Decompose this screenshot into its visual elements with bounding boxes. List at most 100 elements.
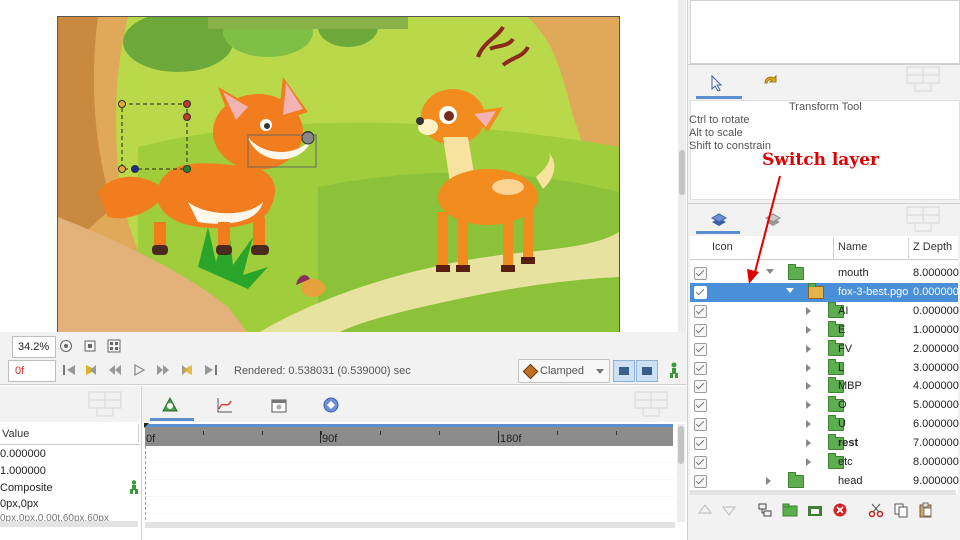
layer-row[interactable]: MBP 4.000000 (690, 377, 959, 396)
layers-tab[interactable] (710, 212, 730, 230)
seek-begin-icon[interactable] (62, 363, 76, 377)
header-divider (690, 259, 958, 260)
new-folder-icon[interactable] (782, 502, 798, 518)
time-cursor-icon[interactable] (144, 423, 149, 428)
dock-grip-icon[interactable] (906, 206, 956, 232)
expander-collapsed-icon[interactable] (806, 401, 811, 410)
layer-visibility-checkbox[interactable] (694, 285, 707, 299)
next-frame-icon[interactable] (156, 363, 170, 377)
param-value-origin: 0px,0px (0, 498, 39, 510)
group-layer-icon[interactable] (757, 502, 773, 518)
layer-visibility-checkbox[interactable] (694, 418, 707, 432)
layer-row[interactable]: FV 2.000000 (690, 339, 959, 359)
seek-end-icon[interactable] (204, 363, 218, 377)
layer-zdepth: 1.000000 (913, 323, 959, 336)
tool-options-tab-history[interactable] (762, 74, 782, 94)
render-status: Rendered: 0.538031 (0.539000) sec (234, 365, 411, 377)
annotation-switch-layer: Switch layer (762, 150, 879, 170)
expander-collapsed-icon[interactable] (806, 344, 811, 353)
prev-keyframe-icon[interactable] (84, 363, 98, 377)
zoom-in-icon[interactable] (82, 338, 98, 354)
cut-icon[interactable] (868, 502, 884, 518)
layer-row[interactable]: O 5.000000 (690, 396, 959, 415)
layer-row[interactable]: E 1.000000 (690, 320, 959, 340)
tool-options-tab-transform[interactable] (708, 74, 728, 94)
layer-visibility-checkbox[interactable] (694, 474, 707, 488)
interpolation-dropdown[interactable]: Clamped (518, 359, 610, 383)
folder-icon (788, 264, 804, 280)
time-ruler[interactable] (145, 424, 673, 448)
expander-collapsed-icon[interactable] (806, 325, 811, 334)
column-header-name[interactable]: Name (838, 241, 867, 261)
tab-curves[interactable] (216, 396, 236, 416)
layer-visibility-checkbox[interactable] (694, 399, 707, 413)
tab-active-underline (696, 96, 742, 99)
param-value-composite: Composite (0, 482, 53, 494)
play-icon[interactable] (132, 363, 146, 377)
tool-hint-scale: Alt to scale (689, 127, 743, 139)
dock-grip-icon[interactable] (906, 66, 956, 92)
params-hscroll[interactable] (0, 521, 138, 527)
layer-visibility-checkbox[interactable] (694, 304, 707, 318)
grid-icon[interactable] (106, 338, 122, 354)
timetrack-hscroll[interactable] (145, 522, 675, 528)
divider-right-top (687, 64, 960, 65)
copy-icon[interactable] (893, 502, 909, 518)
layer-zdepth: 6.000000 (913, 418, 959, 431)
layer-zdepth: 0.000000 (913, 285, 959, 298)
layer-visibility-checkbox[interactable] (694, 323, 707, 337)
animation-mode-icon[interactable] (666, 362, 682, 378)
expander-collapsed-icon[interactable] (806, 439, 811, 448)
expander-collapsed-icon[interactable] (806, 363, 811, 372)
canvas-vscroll-thumb[interactable] (679, 150, 685, 195)
layer-row[interactable]: etc 8.000000 (690, 453, 959, 472)
timetrack-vscroll-thumb[interactable] (678, 426, 684, 464)
layer-visibility-checkbox[interactable] (694, 267, 707, 280)
layer-row[interactable]: AI 0.000000 (690, 301, 959, 321)
expander-collapsed-icon[interactable] (806, 306, 811, 315)
next-keyframe-icon[interactable] (180, 363, 194, 377)
layer-row[interactable]: L 3.000000 (690, 358, 959, 378)
params-header-line (0, 444, 140, 445)
column-header-zdepth[interactable]: Z Depth (913, 241, 952, 261)
tab-params[interactable] (160, 396, 182, 416)
canvas-image[interactable] (57, 16, 620, 334)
divider-main-right (687, 0, 688, 540)
keyframe-lock-past-button[interactable] (613, 360, 635, 382)
layer-row[interactable]: rest 7.000000 (690, 434, 959, 453)
layer-zdepth: 2.000000 (913, 342, 959, 355)
prev-frame-icon[interactable] (108, 363, 122, 377)
tool-hint-constrain: Shift to constrain (689, 140, 771, 152)
paste-icon[interactable] (918, 502, 934, 518)
layer-visibility-checkbox[interactable] (694, 437, 707, 451)
tab-library[interactable] (322, 396, 342, 416)
layer-row[interactable]: head 9.000000 (690, 471, 959, 491)
layer-zdepth: 8.000000 (913, 456, 959, 468)
layer-visibility-checkbox[interactable] (694, 361, 707, 375)
zoom-field[interactable]: 34.2% (12, 336, 56, 358)
layer-row[interactable]: U 6.000000 (690, 415, 959, 434)
delete-layer-icon[interactable] (832, 502, 848, 518)
keyframe-lock-future-button[interactable] (636, 360, 658, 382)
zoom-fit-icon[interactable] (58, 338, 74, 354)
expander-collapsed-icon[interactable] (806, 458, 811, 466)
expander-collapsed-icon[interactable] (806, 382, 811, 391)
layer-visibility-checkbox[interactable] (694, 342, 707, 356)
expander-collapsed-icon[interactable] (766, 476, 771, 485)
dock-grip-icon[interactable] (634, 391, 684, 417)
layers-hscroll[interactable] (690, 490, 956, 495)
encapsulate-icon[interactable] (807, 502, 823, 518)
lower-layer-icon[interactable] (721, 502, 737, 518)
frame-field[interactable]: 0f (8, 360, 56, 382)
layer-visibility-checkbox[interactable] (694, 456, 707, 469)
layer-visibility-checkbox[interactable] (694, 380, 707, 394)
switch-layer-icon (808, 282, 824, 299)
tab-keyframes[interactable] (270, 396, 290, 416)
dock-grip-icon[interactable] (88, 391, 138, 417)
tool-hint-rotate: Ctrl to rotate (689, 114, 750, 126)
column-header-icon[interactable]: Icon (712, 241, 733, 261)
layer-row[interactable]: mouth 8.000000 (690, 264, 959, 283)
raise-layer-icon[interactable] (697, 502, 713, 518)
expander-collapsed-icon[interactable] (806, 420, 811, 429)
layer-row[interactable]: fox-3-best.pgo 0.000000 (690, 282, 959, 302)
